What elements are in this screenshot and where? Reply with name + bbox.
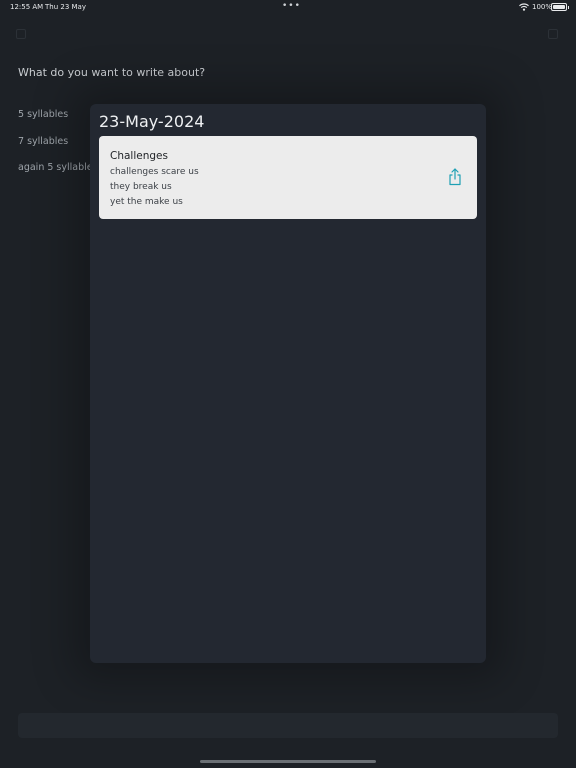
haiku-input-bar[interactable] — [18, 713, 558, 738]
status-date: Thu 23 May — [45, 3, 86, 11]
status-bar: 12:55 AM Thu 23 May ••• 100% — [0, 0, 576, 16]
syllable-line-1-label: 5 syllables — [18, 109, 69, 120]
battery-icon — [551, 3, 569, 11]
syllable-line-3-label: again 5 syllables — [18, 162, 98, 173]
background-menu-icon — [16, 29, 26, 39]
prompt-text: What do you want to write about? — [18, 66, 206, 79]
share-icon[interactable] — [447, 168, 463, 186]
status-time: 12:55 AM — [10, 3, 44, 11]
wifi-icon — [519, 3, 529, 11]
haiku-card[interactable]: Challenges challenges scare us they brea… — [99, 136, 477, 219]
multitasking-dots[interactable]: ••• — [282, 1, 301, 11]
haiku-line-2: they break us — [110, 182, 172, 192]
battery-percent: 100% — [532, 3, 553, 11]
syllable-line-2-label: 7 syllables — [18, 136, 69, 147]
saved-haikus-panel: 23-May-2024 Challenges challenges scare … — [90, 104, 486, 663]
haiku-title: Challenges — [110, 150, 168, 162]
background-history-icon — [548, 29, 558, 39]
panel-date-title: 23-May-2024 — [99, 112, 205, 131]
haiku-line-1: challenges scare us — [110, 167, 199, 177]
haiku-line-3: yet the make us — [110, 197, 183, 207]
home-indicator[interactable] — [200, 760, 376, 763]
app-screen: 12:55 AM Thu 23 May ••• 100% What do you… — [0, 0, 576, 768]
